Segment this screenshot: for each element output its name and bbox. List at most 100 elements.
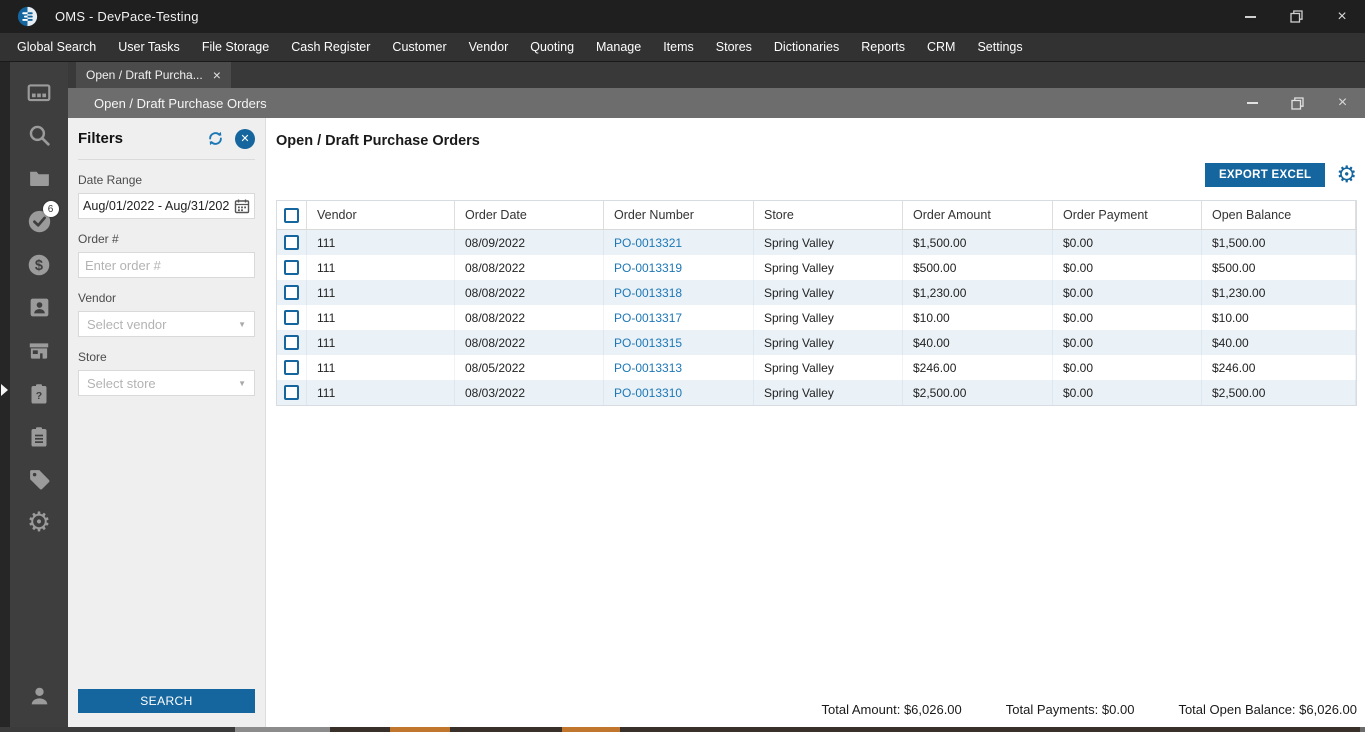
table-row[interactable]: 111 08/08/2022 PO-0013317 Spring Valley $10.… [277,305,1356,330]
row-checkbox[interactable] [284,310,299,325]
menu-item-customer[interactable]: Customer [381,33,457,61]
row-checkbox[interactable] [284,235,299,250]
menu-item-manage[interactable]: Manage [585,33,652,61]
sidebar-item-tasks[interactable]: 6 [18,200,61,243]
sidebar-item-customers[interactable] [18,286,61,329]
menu-item-items[interactable]: Items [652,33,705,61]
menu-item-user-tasks[interactable]: User Tasks [107,33,191,61]
column-header-order-date[interactable]: Order Date [455,201,604,229]
sidebar-item-search[interactable] [18,114,61,157]
table-cell: Spring Valley [754,355,903,380]
row-checkbox[interactable] [284,285,299,300]
order-number-link[interactable]: PO-0013319 [604,255,754,280]
sidebar-item-tags[interactable] [18,458,61,501]
row-checkbox-cell [277,280,307,305]
menu-item-cash-register[interactable]: Cash Register [280,33,381,61]
table-cell: 08/08/2022 [455,330,604,355]
column-header-store[interactable]: Store [754,201,903,229]
row-checkbox[interactable] [284,385,299,400]
table-row[interactable]: 111 08/05/2022 PO-0013313 Spring Valley $246… [277,355,1356,380]
menu-item-file-storage[interactable]: File Storage [191,33,280,61]
table-row[interactable]: 111 08/03/2022 PO-0013310 Spring Valley $2,5… [277,380,1356,405]
table-settings-gear-icon[interactable]: ⚙ [1336,163,1357,187]
menu-item-vendor[interactable]: Vendor [458,33,520,61]
order-number-link[interactable]: PO-0013318 [604,280,754,305]
column-header-vendor[interactable]: Vendor [307,201,455,229]
table-cell: 111 [307,230,455,255]
inner-restore-button[interactable] [1275,88,1320,118]
column-header-order-amount[interactable]: Order Amount [903,201,1053,229]
menu-item-reports[interactable]: Reports [850,33,916,61]
table-cell: 111 [307,255,455,280]
column-header-open-balance[interactable]: Open Balance [1202,201,1356,229]
inner-minimize-button[interactable] [1230,88,1275,118]
date-range-input[interactable] [78,193,255,219]
export-excel-button[interactable]: EXPORT EXCEL [1204,163,1326,187]
inner-window-controls: × [1230,88,1365,118]
select-all-checkbox[interactable] [284,207,299,223]
inner-close-button[interactable]: × [1320,88,1365,118]
table-cell: $0.00 [1053,255,1202,280]
minimize-button[interactable] [1227,0,1273,33]
total-open-balance: Total Open Balance: $6,026.00 [1178,702,1357,717]
column-header-order-number[interactable]: Order Number [604,201,754,229]
menu-item-global-search[interactable]: Global Search [6,33,107,61]
sidebar-item-quotes[interactable]: ? [18,372,61,415]
expand-panel-arrow-icon[interactable] [1,384,8,396]
column-header-order-payment[interactable]: Order Payment [1053,201,1202,229]
row-checkbox[interactable] [284,335,299,350]
sidebar-item-user[interactable] [18,674,61,717]
window-title: OMS - DevPace-Testing [55,9,199,24]
sidebar-item-stores[interactable] [18,329,61,372]
table-row[interactable]: 111 08/08/2022 PO-0013318 Spring Valley $1,2… [277,280,1356,305]
table-cell: $246.00 [903,355,1053,380]
table-cell: $10.00 [903,305,1053,330]
chevron-down-icon: ▼ [238,378,246,388]
order-number-link[interactable]: PO-0013310 [604,380,754,405]
table-cell: $40.00 [903,330,1053,355]
order-number-link[interactable]: PO-0013313 [604,355,754,380]
table-cell: Spring Valley [754,255,903,280]
sidebar-item-orders[interactable] [18,415,61,458]
menu-item-quoting[interactable]: Quoting [519,33,585,61]
order-number-input[interactable] [78,252,255,278]
menu-item-dictionaries[interactable]: Dictionaries [763,33,850,61]
tag-icon [29,470,49,490]
search-button[interactable]: SEARCH [78,689,255,713]
totals-bar: Total Amount: $6,026.00 Total Payments: … [276,694,1357,717]
table-row[interactable]: 111 08/08/2022 PO-0013319 Spring Valley $500… [277,255,1356,280]
close-button[interactable]: × [1319,0,1365,33]
sidebar-item-cash[interactable]: $ [18,243,61,286]
order-number-link[interactable]: PO-0013315 [604,330,754,355]
clipboard-list-icon [31,426,47,446]
calendar-icon[interactable] [234,198,250,214]
vendor-select[interactable]: Select vendor ▼ [78,311,255,337]
menu-item-stores[interactable]: Stores [705,33,763,61]
refresh-filters-button[interactable] [203,127,227,151]
tab-close-icon[interactable]: × [213,68,221,82]
inner-restore-icon [1291,96,1304,110]
close-filters-button[interactable]: ✕ [235,128,255,149]
table-cell: $0.00 [1053,380,1202,405]
sidebar-item-settings[interactable]: ⚙ [18,501,61,544]
table-row[interactable]: 111 08/08/2022 PO-0013315 Spring Valley $40.… [277,330,1356,355]
sidebar-item-files[interactable] [18,157,61,200]
order-number-link[interactable]: PO-0013321 [604,230,754,255]
table-cell: 111 [307,280,455,305]
row-checkbox[interactable] [284,360,299,375]
restore-icon [1289,10,1303,23]
restore-button[interactable] [1273,0,1319,33]
order-number-link[interactable]: PO-0013317 [604,305,754,330]
row-checkbox[interactable] [284,260,299,275]
table-cell: Spring Valley [754,280,903,305]
store-select[interactable]: Select store ▼ [78,370,255,396]
inner-close-icon: × [1337,94,1348,111]
tab-open-draft-purchase-orders[interactable]: Open / Draft Purcha... × [76,62,231,88]
inner-window-title-bar: Open / Draft Purchase Orders × [68,88,1365,118]
menu-item-crm[interactable]: CRM [916,33,966,61]
menu-item-settings[interactable]: Settings [966,33,1033,61]
sidebar-item-dashboard[interactable] [18,71,61,114]
table-cell: $500.00 [1202,255,1356,280]
table-body: 111 08/09/2022 PO-0013321 Spring Valley $1,5… [277,230,1356,405]
table-row[interactable]: 111 08/09/2022 PO-0013321 Spring Valley $1,5… [277,230,1356,255]
